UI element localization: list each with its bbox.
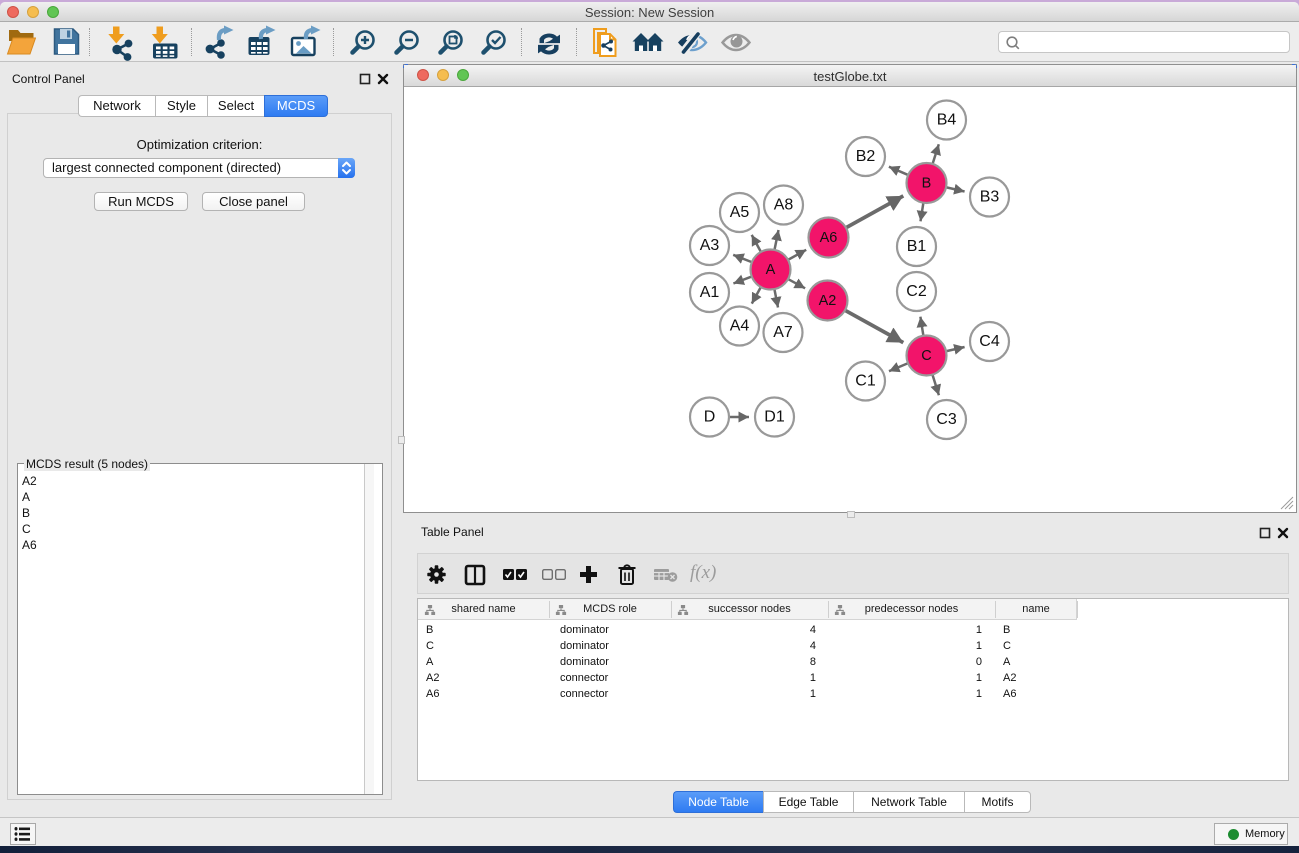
- svg-text:A: A: [766, 262, 776, 278]
- svg-text:B4: B4: [937, 112, 957, 129]
- svg-text:A6: A6: [820, 230, 838, 246]
- svg-text:A4: A4: [730, 318, 750, 335]
- svg-text:C1: C1: [855, 373, 876, 390]
- svg-text:C2: C2: [906, 283, 927, 300]
- svg-text:A2: A2: [819, 293, 837, 309]
- svg-text:A5: A5: [730, 204, 750, 221]
- svg-text:A3: A3: [700, 237, 720, 254]
- svg-text:C3: C3: [936, 411, 957, 428]
- svg-text:B: B: [922, 175, 932, 191]
- svg-text:A8: A8: [774, 197, 794, 214]
- svg-text:B3: B3: [980, 189, 1000, 206]
- svg-text:A7: A7: [773, 324, 793, 341]
- svg-text:C: C: [921, 348, 931, 364]
- svg-text:D1: D1: [764, 409, 785, 426]
- svg-text:B1: B1: [907, 238, 927, 255]
- svg-text:A1: A1: [700, 284, 720, 301]
- svg-text:D: D: [704, 409, 716, 426]
- svg-text:C4: C4: [979, 333, 1000, 350]
- svg-text:B2: B2: [856, 148, 876, 165]
